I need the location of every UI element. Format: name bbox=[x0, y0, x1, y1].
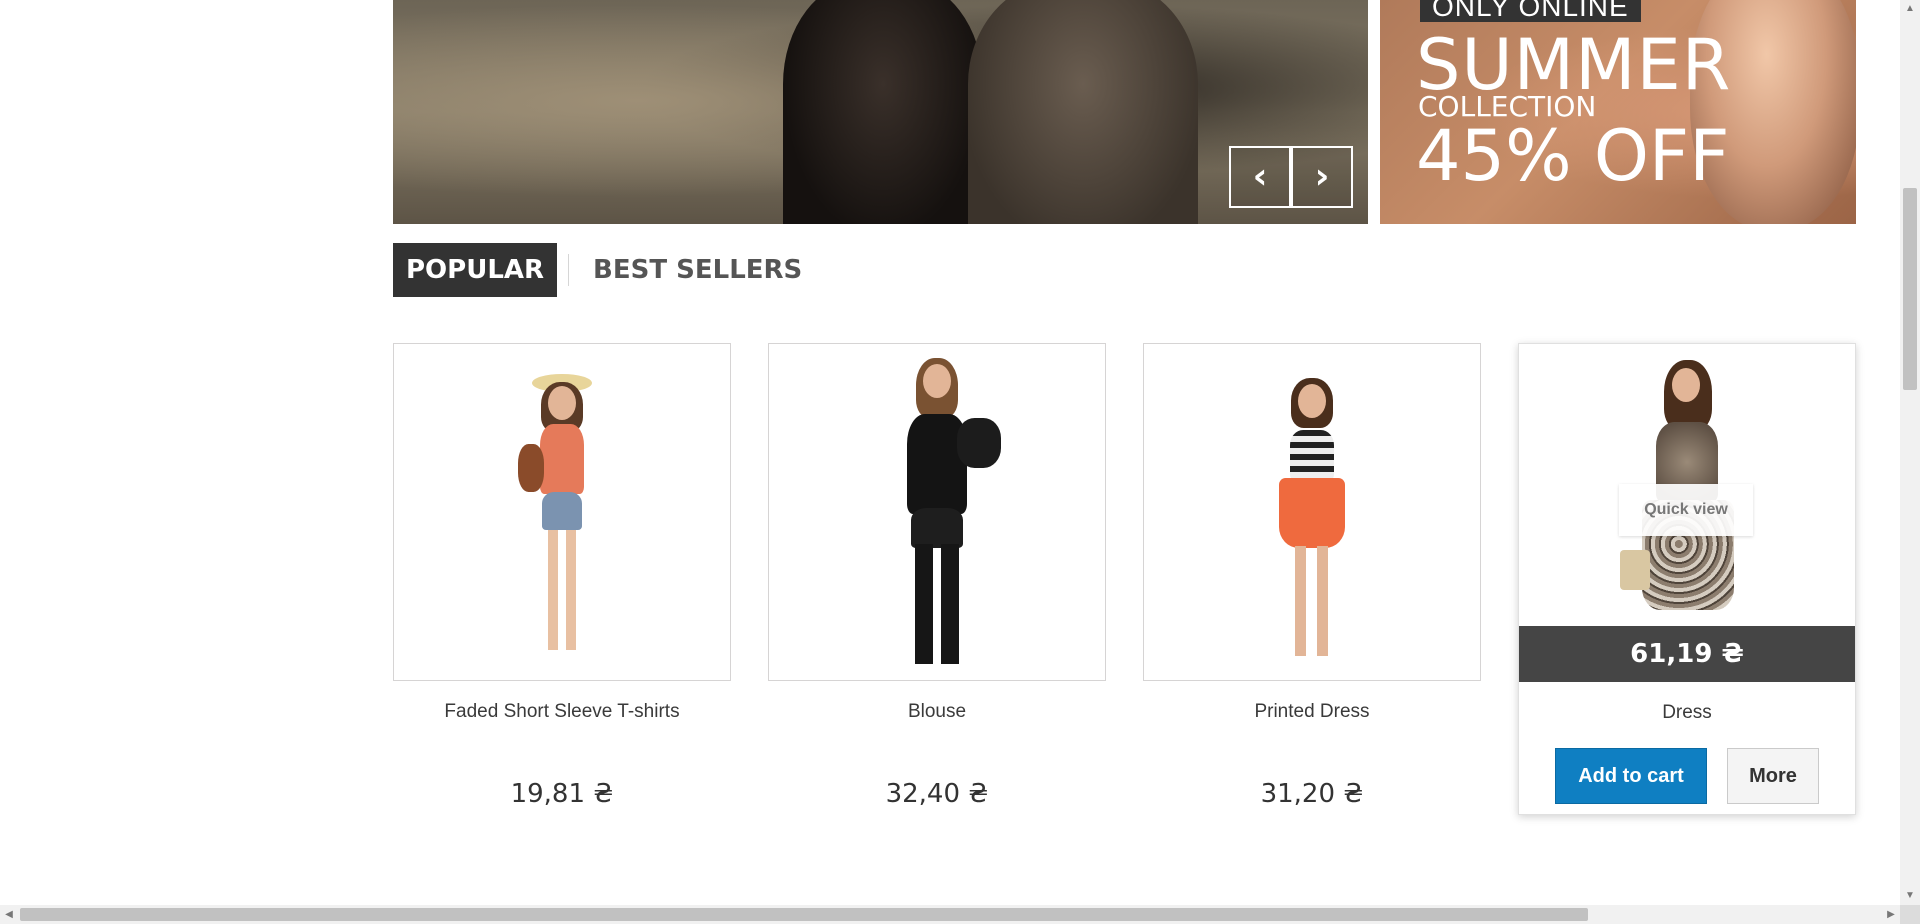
tab-best-sellers[interactable]: BEST SELLERS bbox=[580, 243, 815, 297]
add-to-cart-button[interactable]: Add to cart bbox=[1555, 748, 1707, 804]
product-name[interactable]: Faded Short Sleeve T-shirts bbox=[393, 701, 731, 727]
vertical-scrollbar[interactable]: ▲ ▼ bbox=[1900, 0, 1920, 905]
product-image[interactable] bbox=[1143, 343, 1481, 681]
horizontal-scrollbar-thumb[interactable] bbox=[20, 908, 1588, 921]
slider-next-button[interactable]: › bbox=[1291, 146, 1353, 208]
page: ‹ › ONLY ONLINE SUMMER COLLECTION 45% OF… bbox=[0, 0, 1900, 905]
product-card: Faded Short Sleeve T-shirts 19,81 ₴ bbox=[393, 343, 731, 809]
product-image[interactable] bbox=[768, 343, 1106, 681]
product-name[interactable]: Dress bbox=[1519, 702, 1855, 728]
slider-prev-button[interactable]: ‹ bbox=[1229, 146, 1291, 208]
promo-badge: ONLY ONLINE bbox=[1420, 0, 1641, 22]
product-price: 32,40 ₴ bbox=[885, 779, 989, 809]
banner-image-woman bbox=[968, 0, 1198, 224]
tab-popular[interactable]: POPULAR bbox=[393, 243, 558, 297]
product-card: Blouse 32,40 ₴ bbox=[768, 343, 1106, 809]
tab-divider bbox=[568, 254, 570, 286]
product-card: Printed Dress 31,20 ₴ bbox=[1143, 343, 1481, 809]
scroll-up-icon[interactable]: ▲ bbox=[1900, 0, 1920, 18]
model-figure bbox=[512, 374, 612, 664]
product-price: 31,20 ₴ bbox=[1260, 779, 1364, 809]
product-actions: Add to cart More bbox=[1519, 748, 1855, 804]
product-name[interactable]: Blouse bbox=[768, 701, 1106, 727]
product-image[interactable]: Quick view 61,19 ₴ bbox=[1519, 344, 1855, 682]
product-card-hovered: Quick view 61,19 ₴ Dress Add to cart Mor… bbox=[1518, 343, 1856, 815]
scroll-right-icon[interactable]: ▶ bbox=[1882, 905, 1900, 924]
more-button[interactable]: More bbox=[1727, 748, 1819, 804]
scroll-left-icon[interactable]: ◀ bbox=[0, 905, 18, 924]
chevron-left-icon: ‹ bbox=[1252, 156, 1268, 197]
product-name[interactable]: Printed Dress bbox=[1143, 701, 1481, 727]
hero-slider-banner[interactable] bbox=[393, 0, 1368, 224]
promo-banner[interactable]: ONLY ONLINE SUMMER COLLECTION 45% OFF bbox=[1380, 0, 1856, 224]
banner-image-man bbox=[783, 0, 983, 224]
horizontal-scrollbar[interactable]: ◀ ▶ bbox=[0, 905, 1900, 924]
product-price-overlay: 61,19 ₴ bbox=[1519, 626, 1855, 682]
product-image[interactable] bbox=[393, 343, 731, 681]
product-price: 19,81 ₴ bbox=[510, 779, 614, 809]
vertical-scrollbar-thumb[interactable] bbox=[1903, 188, 1917, 390]
scrollbar-corner bbox=[1900, 905, 1920, 924]
scroll-down-icon[interactable]: ▼ bbox=[1900, 887, 1920, 905]
model-figure bbox=[1257, 378, 1367, 678]
product-tabs: POPULAR BEST SELLERS bbox=[393, 243, 815, 297]
chevron-right-icon: › bbox=[1314, 156, 1330, 197]
promo-discount: 45% OFF bbox=[1416, 115, 1730, 197]
model-figure bbox=[867, 358, 1007, 678]
quick-view-button[interactable]: Quick view bbox=[1619, 484, 1753, 536]
